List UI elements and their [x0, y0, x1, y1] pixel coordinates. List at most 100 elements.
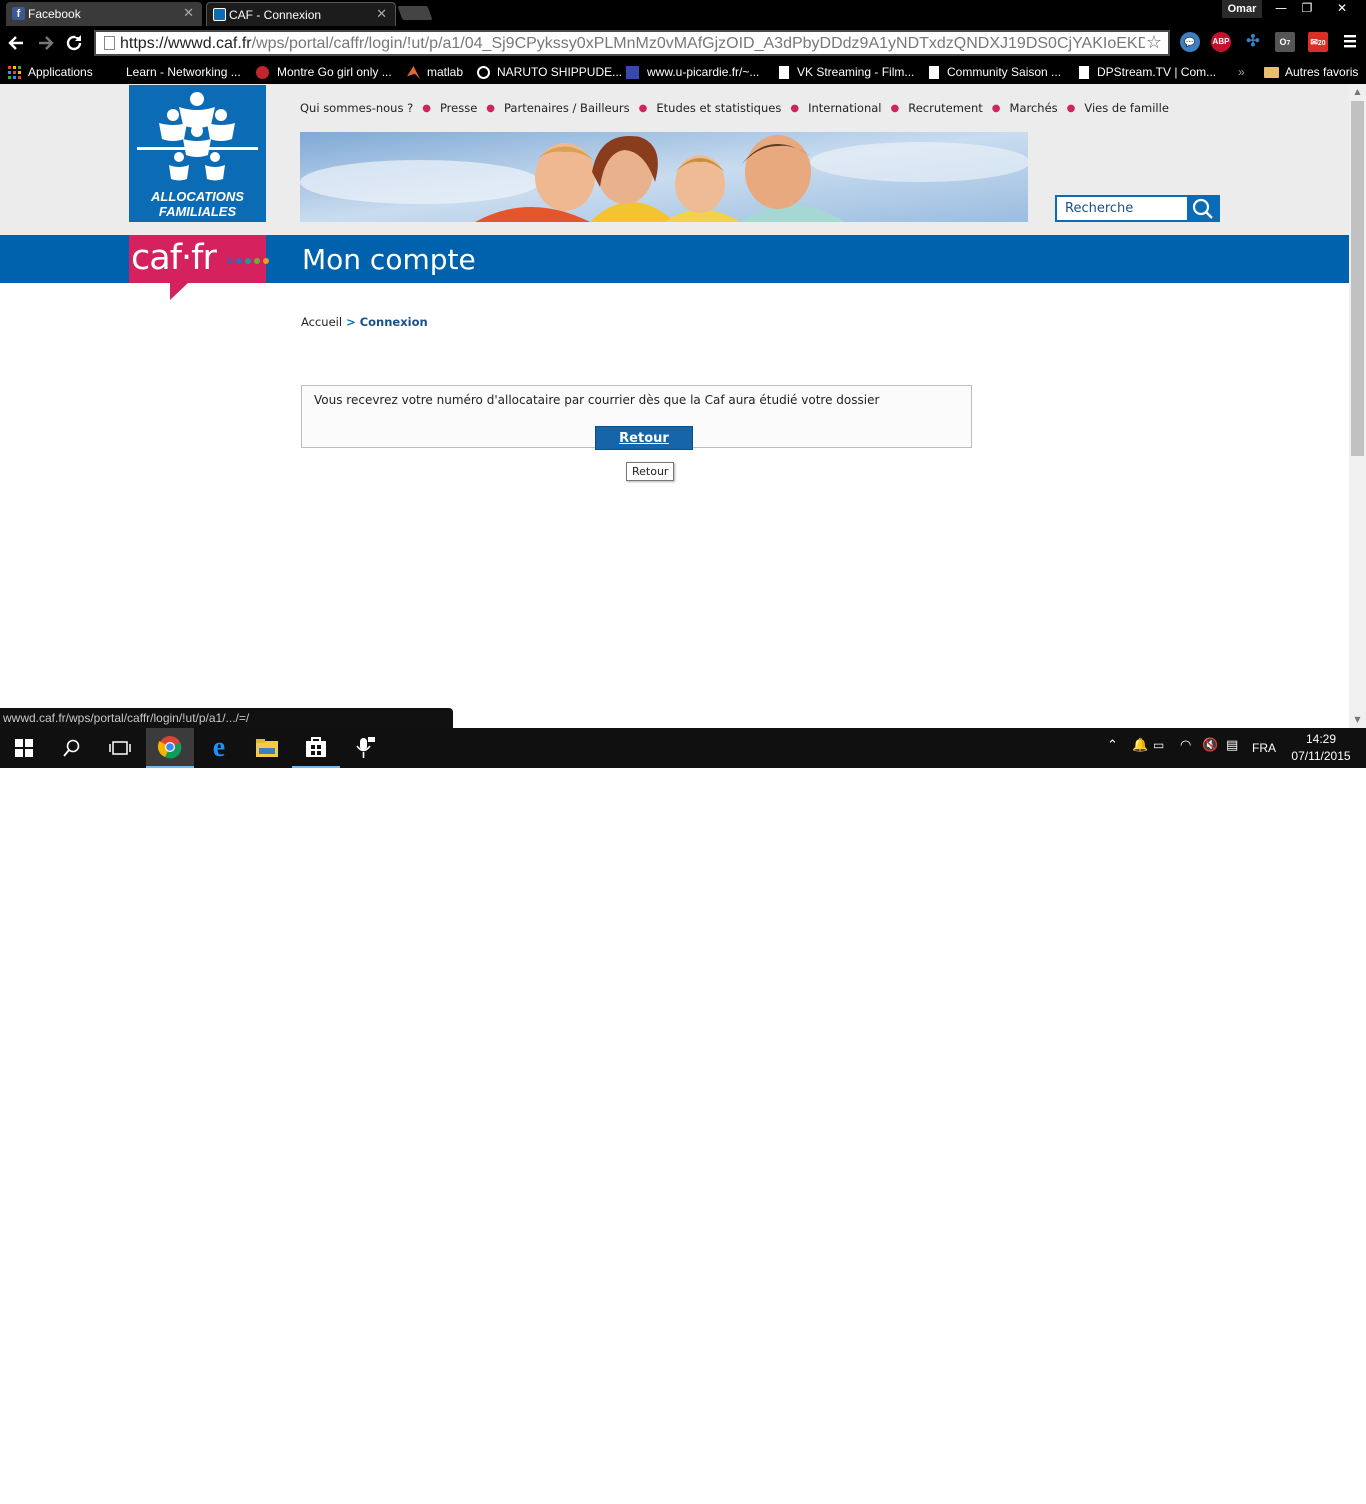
bookmark-label: NARUTO SHIPPUDE... — [497, 65, 623, 79]
gmail-extension-icon[interactable]: ✉20 — [1308, 32, 1328, 52]
tab-caf-connexion[interactable]: CAF - Connexion ✕ — [206, 2, 396, 26]
bookmark-u-picardie[interactable]: www.u-picardie.fr/~... — [626, 63, 759, 81]
family-figures-icon — [137, 92, 258, 181]
back-button[interactable] — [6, 33, 26, 53]
breadcrumb-home-link[interactable]: Accueil — [301, 315, 342, 329]
taskbar-chrome[interactable] — [146, 728, 194, 768]
bookmark-label: DPStream.TV | Com... — [1097, 65, 1217, 79]
back-arrow-icon — [8, 36, 23, 50]
url-text[interactable]: https://wwwd.caf.fr/wps/portal/caffr/log… — [120, 34, 1145, 54]
bookmark-community[interactable]: Community Saison ... — [929, 63, 1061, 81]
tab-label: Facebook — [28, 7, 81, 21]
logo-dot-teal — [245, 258, 251, 264]
task-view-button[interactable] — [96, 728, 144, 768]
taskbar-voice-recorder[interactable] — [342, 728, 390, 768]
address-bar[interactable]: https://wwwd.caf.fr/wps/portal/caffr/log… — [94, 30, 1170, 56]
volume-muted-icon[interactable]: 🔇 — [1202, 738, 1218, 753]
nav-presse[interactable]: Presse — [440, 101, 477, 115]
search-box — [1055, 195, 1220, 222]
page-title: Mon compte — [302, 243, 476, 276]
action-center-icon[interactable]: ▤ — [1226, 738, 1238, 753]
nav-bullet: ● — [486, 102, 496, 114]
folder-icon — [256, 739, 278, 757]
url-host: https://wwwd.caf.fr — [120, 35, 252, 52]
tab-close-icon[interactable]: ✕ — [376, 6, 387, 22]
new-tab-button[interactable] — [397, 6, 433, 20]
matlab-icon — [407, 66, 420, 79]
clock-date[interactable]: 07/11/2015 — [1290, 749, 1352, 763]
taskbar-store[interactable] — [292, 728, 340, 768]
scroll-thumb[interactable] — [1351, 101, 1364, 456]
bookmark-learn-networking[interactable]: Learn - Networking ... — [108, 63, 241, 81]
info-message: Vous recevrez votre numéro d'allocataire… — [314, 393, 880, 407]
retour-button[interactable]: Retour — [595, 426, 693, 450]
menu-button[interactable] — [1340, 33, 1360, 53]
taskbar-search-button[interactable] — [48, 728, 96, 768]
nav-bullet: ● — [638, 102, 648, 114]
caf-logo[interactable]: ALLOCATIONS FAMILIALES — [129, 85, 266, 222]
adblock-plus-icon[interactable]: ABP — [1211, 32, 1231, 52]
restore-button[interactable]: ❐ — [1296, 0, 1318, 18]
show-hidden-icons-chevron-icon[interactable]: ⌃ — [1107, 738, 1118, 753]
close-window-button[interactable]: ✕ — [1322, 0, 1362, 18]
other-bookmarks[interactable]: Autres favoris — [1264, 63, 1358, 81]
logo-dot-blue — [236, 258, 242, 264]
minimize-button[interactable]: — — [1270, 0, 1292, 18]
bookmarks-bar: Applications Learn - Networking ... Mont… — [0, 60, 1366, 84]
breadcrumb-separator: > — [346, 315, 356, 329]
profile-button[interactable]: Omar — [1222, 0, 1262, 18]
nav-marches[interactable]: Marchés — [1010, 101, 1058, 115]
reload-button[interactable] — [64, 32, 84, 53]
search-button[interactable] — [1187, 197, 1218, 220]
message-box: Vous recevrez votre numéro d'allocataire… — [301, 385, 972, 450]
page-viewport: ALLOCATIONS FAMILIALES Qui sommes-nous ?… — [0, 84, 1366, 728]
start-button[interactable] — [0, 728, 48, 768]
scroll-up-arrow-icon[interactable]: ▲ — [1349, 84, 1366, 100]
bookmark-montre-go-girl[interactable]: Montre Go girl only ... — [256, 63, 392, 81]
forward-button[interactable] — [36, 33, 56, 53]
nav-qui-sommes-nous[interactable]: Qui sommes-nous ? — [300, 101, 413, 115]
tab-facebook[interactable]: f Facebook ✕ — [6, 2, 202, 26]
family-banner-image — [300, 132, 1028, 222]
red-a-icon — [256, 66, 269, 79]
nav-bullet: ● — [1066, 102, 1076, 114]
battery-icon[interactable]: ▭ — [1153, 738, 1164, 752]
taskbar-edge[interactable]: e — [195, 728, 243, 768]
nav-etudes-statistiques[interactable]: Etudes et statistiques — [656, 101, 781, 115]
page-scrollbar[interactable]: ▲ ▼ — [1349, 84, 1366, 728]
puzzle-extension-icon[interactable]: ✣ — [1243, 32, 1263, 52]
bookmark-star-icon[interactable]: ☆ — [1146, 32, 1162, 53]
bookmark-naruto[interactable]: NARUTO SHIPPUDE... — [477, 63, 622, 81]
bookmark-matlab[interactable]: matlab — [407, 63, 463, 81]
wifi-icon[interactable]: ◠ — [1180, 738, 1191, 753]
microphone-icon — [356, 737, 375, 758]
bookmark-vk-streaming[interactable]: VK Streaming - Film... — [779, 63, 914, 81]
bookmark-label: Montre Go girl only ... — [277, 65, 392, 79]
folder-icon — [1264, 67, 1279, 78]
task-view-icon — [109, 741, 131, 755]
scroll-down-arrow-icon[interactable]: ▼ — [1349, 712, 1366, 728]
nav-international[interactable]: International — [808, 101, 881, 115]
office-extension-icon[interactable]: O7 — [1275, 32, 1295, 52]
bookmark-dpstream[interactable]: DPStream.TV | Com... — [1079, 63, 1216, 81]
taskbar-file-explorer[interactable] — [243, 728, 291, 768]
tab-close-icon[interactable]: ✕ — [183, 5, 194, 21]
logo-dot-green — [254, 258, 260, 264]
breadcrumb: Accueil > Connexion — [301, 315, 428, 329]
u-picardie-icon — [626, 66, 639, 79]
caffr-logo-tail — [170, 283, 188, 300]
nav-recrutement[interactable]: Recrutement — [908, 101, 983, 115]
page-icon — [104, 36, 115, 50]
bookmark-applications[interactable]: Applications — [8, 63, 93, 81]
bookmarks-overflow-button[interactable]: » — [1238, 63, 1245, 81]
clock-time[interactable]: 14:29 — [1290, 732, 1352, 746]
link-status-bar: wwwd.caf.fr/wps/portal/caffr/login/!ut/p… — [0, 708, 453, 728]
language-indicator[interactable]: FRA — [1252, 741, 1276, 755]
nav-bullet: ● — [790, 102, 800, 114]
chat-extension-icon[interactable]: 💬 — [1180, 32, 1200, 52]
search-input[interactable] — [1057, 197, 1189, 220]
retour-tooltip: Retour — [626, 462, 675, 481]
nav-vies-de-famille[interactable]: Vies de famille — [1084, 101, 1169, 115]
notification-bell-icon[interactable]: 🔔 — [1132, 738, 1148, 753]
nav-partenaires-bailleurs[interactable]: Partenaires / Bailleurs — [504, 101, 630, 115]
